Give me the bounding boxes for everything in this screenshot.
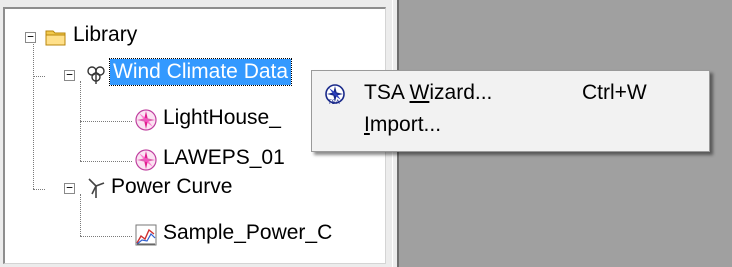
tree-item-library[interactable]: Library (73, 22, 137, 48)
tree-line (33, 76, 45, 77)
tree-line (80, 194, 81, 236)
wind-rose-icon (135, 109, 157, 131)
tree-item-power-curve[interactable]: Power Curve (111, 174, 232, 200)
collapse-toggle[interactable]: − (25, 31, 36, 43)
tree-item-wind-data[interactable]: LightHouse_ (163, 105, 281, 131)
tree-line (33, 189, 45, 190)
folder-icon (45, 26, 67, 48)
tree-item-power-data[interactable]: Sample_Power_C (163, 220, 332, 246)
wind-climate-icon (85, 63, 107, 85)
power-chart-icon (135, 224, 157, 246)
menu-item-label: Import... (364, 113, 442, 136)
svg-text:TSA: TSA (327, 99, 341, 105)
collapse-toggle[interactable]: − (64, 182, 75, 194)
tree-item-wind-data[interactable]: LAWEPS_01 (163, 145, 285, 171)
menu-item-shortcut: Ctrl+W (582, 81, 647, 104)
tree-line (80, 236, 132, 237)
menu-item-import[interactable]: Import... (312, 109, 709, 141)
wind-turbine-icon (85, 177, 107, 199)
tree-line (80, 161, 132, 162)
menu-item-tsa-wizard[interactable]: TSA TSA Wizard... Ctrl+W (312, 75, 709, 107)
tree-line (80, 121, 132, 122)
tree-line (33, 44, 34, 189)
context-menu: TSA TSA Wizard... Ctrl+W Import... (311, 70, 710, 152)
tree-item-wind-climate-data[interactable]: Wind Climate Data (108, 58, 293, 86)
wind-rose-icon (135, 149, 157, 171)
menu-item-label: TSA Wizard... (364, 81, 493, 104)
collapse-toggle[interactable]: − (64, 69, 75, 81)
tsa-wizard-icon: TSA (324, 83, 346, 106)
